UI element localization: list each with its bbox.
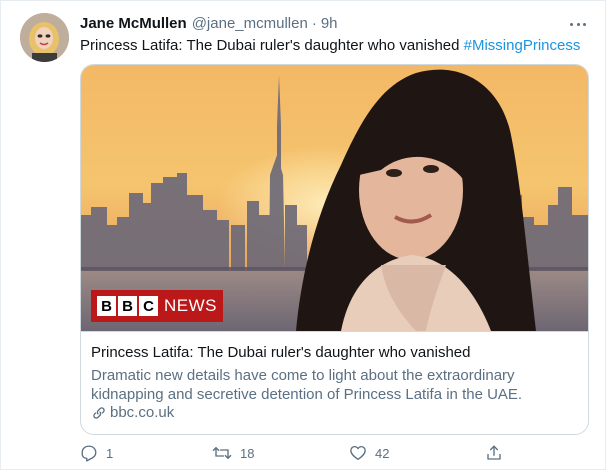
separator-dot: · bbox=[311, 15, 317, 32]
reply-count: 1 bbox=[106, 445, 114, 461]
author-handle[interactable]: @jane_mcmullen bbox=[192, 15, 308, 32]
card-description: Dramatic new details have come to light … bbox=[91, 367, 523, 403]
bbc-logo-letter: B bbox=[118, 296, 137, 316]
avatar[interactable] bbox=[20, 13, 69, 62]
like-count: 42 bbox=[375, 445, 390, 461]
card-title: Princess Latifa: The Dubai ruler's daugh… bbox=[91, 344, 471, 361]
retweet-icon bbox=[212, 447, 232, 459]
tweet-timestamp[interactable]: 9h bbox=[321, 15, 338, 32]
share-button[interactable] bbox=[485, 441, 503, 465]
reply-button[interactable]: 1 bbox=[80, 441, 113, 465]
tweet-text-body: Princess Latifa: The Dubai ruler's daugh… bbox=[80, 37, 464, 54]
like-button[interactable]: 42 bbox=[349, 441, 389, 465]
author-name[interactable]: Jane McMullen bbox=[80, 15, 187, 32]
tweet[interactable]: Jane McMullen @jane_mcmullen · 9h Prince… bbox=[0, 0, 606, 470]
card-domain: bbc.co.uk bbox=[91, 404, 174, 421]
link-icon bbox=[93, 406, 105, 419]
like-icon bbox=[350, 445, 366, 461]
hashtag-link[interactable]: #MissingPrincess bbox=[464, 37, 581, 54]
reply-icon bbox=[81, 445, 97, 462]
retweet-button[interactable]: 18 bbox=[212, 441, 254, 465]
retweet-count: 18 bbox=[240, 445, 255, 461]
bbc-news-logo: B B C NEWS bbox=[91, 290, 223, 322]
tweet-actions: 1 18 42 bbox=[80, 441, 510, 465]
share-icon bbox=[487, 445, 501, 460]
bbc-logo-word: NEWS bbox=[164, 296, 217, 315]
card-body[interactable]: Princess Latifa: The Dubai ruler's daugh… bbox=[81, 331, 588, 434]
link-card[interactable]: B B C NEWS Princess Latifa: The Dubai ru… bbox=[80, 64, 589, 435]
bbc-logo-letter: B bbox=[97, 296, 116, 316]
more-icon[interactable] bbox=[567, 15, 589, 33]
avatar-image bbox=[20, 13, 69, 62]
card-domain-text: bbc.co.uk bbox=[110, 404, 175, 421]
tweet-header: Jane McMullen @jane_mcmullen · 9h bbox=[80, 15, 338, 35]
tweet-text: Princess Latifa: The Dubai ruler's daugh… bbox=[80, 37, 580, 54]
bbc-logo-letter: C bbox=[139, 296, 158, 316]
